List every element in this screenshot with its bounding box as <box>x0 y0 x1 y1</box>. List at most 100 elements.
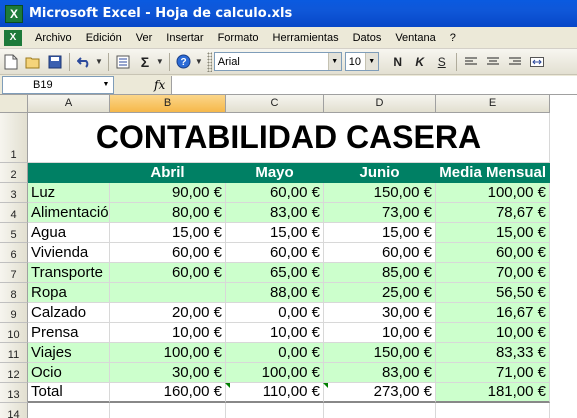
menu-insertar[interactable]: Insertar <box>159 27 210 49</box>
insert-function-icon[interactable] <box>113 52 133 72</box>
empty-cell[interactable] <box>226 403 324 418</box>
header-cell[interactable] <box>28 163 110 183</box>
value-cell[interactable]: 83,00 € <box>324 363 436 383</box>
value-cell[interactable]: 10,00 € <box>110 323 226 343</box>
menu-formato[interactable]: Formato <box>211 27 266 49</box>
value-cell[interactable]: 78,67 € <box>436 203 550 223</box>
row-header[interactable]: 9 <box>0 303 28 323</box>
value-cell[interactable]: 181,00 € <box>436 383 550 403</box>
row-header[interactable]: 3 <box>0 183 28 203</box>
bold-button[interactable]: N <box>387 52 409 72</box>
value-cell[interactable]: 10,00 € <box>226 323 324 343</box>
value-cell[interactable] <box>110 283 226 303</box>
row-label-cell[interactable]: Alimentación <box>28 203 110 223</box>
value-cell[interactable]: 73,00 € <box>324 203 436 223</box>
undo-dropdown-icon[interactable]: ▼ <box>95 57 103 66</box>
undo-icon[interactable] <box>74 52 94 72</box>
value-cell[interactable]: 90,00 € <box>110 183 226 203</box>
value-cell[interactable]: 25,00 € <box>324 283 436 303</box>
value-cell[interactable]: 15,00 € <box>324 223 436 243</box>
value-cell[interactable]: 160,00 € <box>110 383 226 403</box>
value-cell[interactable]: 88,00 € <box>226 283 324 303</box>
row-header[interactable]: 14 <box>0 403 28 418</box>
value-cell[interactable]: 15,00 € <box>110 223 226 243</box>
header-cell[interactable]: Mayo <box>226 163 324 183</box>
value-cell[interactable]: 60,00 € <box>436 243 550 263</box>
value-cell[interactable]: 110,00 € <box>226 383 324 403</box>
autosum-icon[interactable]: Σ <box>135 52 155 72</box>
underline-button[interactable]: S <box>431 52 453 72</box>
row-label-cell[interactable]: Ocio <box>28 363 110 383</box>
row-header[interactable]: 4 <box>0 203 28 223</box>
column-header-d[interactable]: D <box>324 95 436 113</box>
value-cell[interactable]: 20,00 € <box>110 303 226 323</box>
header-cell[interactable]: Junio <box>324 163 436 183</box>
align-right-icon[interactable] <box>504 52 526 72</box>
toolbar-grip-handle[interactable] <box>206 51 212 72</box>
value-cell[interactable]: 60,00 € <box>110 263 226 283</box>
value-cell[interactable]: 60,00 € <box>110 243 226 263</box>
excel-app-icon[interactable]: X <box>5 4 23 23</box>
value-cell[interactable]: 150,00 € <box>324 343 436 363</box>
row-header[interactable]: 8 <box>0 283 28 303</box>
row-label-cell[interactable]: Total <box>28 383 110 403</box>
value-cell[interactable]: 56,50 € <box>436 283 550 303</box>
row-label-cell[interactable]: Transporte <box>28 263 110 283</box>
header-cell[interactable]: Media Mensual <box>436 163 550 183</box>
new-document-icon[interactable] <box>1 52 21 72</box>
empty-cell[interactable] <box>28 403 110 418</box>
menu-archivo[interactable]: Archivo <box>28 27 79 49</box>
select-all-corner[interactable] <box>0 95 28 113</box>
chevron-down-icon[interactable]: ▼ <box>364 53 378 70</box>
help-icon[interactable]: ? <box>174 52 194 72</box>
empty-cell[interactable] <box>110 403 226 418</box>
row-label-cell[interactable]: Luz <box>28 183 110 203</box>
column-header-e[interactable]: E <box>436 95 550 113</box>
value-cell[interactable]: 85,00 € <box>324 263 436 283</box>
column-header-a[interactable]: A <box>28 95 110 113</box>
value-cell[interactable]: 65,00 € <box>226 263 324 283</box>
value-cell[interactable]: 100,00 € <box>110 343 226 363</box>
value-cell[interactable]: 0,00 € <box>226 303 324 323</box>
row-label-cell[interactable]: Ropa <box>28 283 110 303</box>
row-label-cell[interactable]: Prensa <box>28 323 110 343</box>
italic-button[interactable]: K <box>409 52 431 72</box>
workbook-icon[interactable]: X <box>4 29 22 46</box>
row-header[interactable]: 1 <box>0 113 28 163</box>
row-header[interactable]: 2 <box>0 163 28 183</box>
value-cell[interactable]: 100,00 € <box>436 183 550 203</box>
row-header[interactable]: 12 <box>0 363 28 383</box>
align-left-icon[interactable] <box>460 52 482 72</box>
header-cell[interactable]: Abril <box>110 163 226 183</box>
value-cell[interactable]: 70,00 € <box>436 263 550 283</box>
value-cell[interactable]: 10,00 € <box>324 323 436 343</box>
value-cell[interactable]: 80,00 € <box>110 203 226 223</box>
menu-ventana[interactable]: Ventana <box>388 27 442 49</box>
value-cell[interactable]: 30,00 € <box>324 303 436 323</box>
menu-datos[interactable]: Datos <box>346 27 389 49</box>
value-cell[interactable]: 60,00 € <box>226 183 324 203</box>
value-cell[interactable]: 30,00 € <box>110 363 226 383</box>
empty-cell[interactable] <box>324 403 436 418</box>
menu-help[interactable]: ? <box>443 27 463 49</box>
row-header[interactable]: 6 <box>0 243 28 263</box>
formula-input[interactable] <box>171 75 577 94</box>
menu-ver[interactable]: Ver <box>129 27 160 49</box>
chevron-down-icon[interactable]: ▼ <box>99 77 113 93</box>
font-name-select[interactable]: Arial ▼ <box>213 52 342 71</box>
value-cell[interactable]: 16,67 € <box>436 303 550 323</box>
row-label-cell[interactable]: Calzado <box>28 303 110 323</box>
value-cell[interactable]: 15,00 € <box>436 223 550 243</box>
chevron-down-icon[interactable]: ▼ <box>327 53 341 70</box>
row-label-cell[interactable]: Vivienda <box>28 243 110 263</box>
options-dropdown-icon[interactable]: ▼ <box>195 57 203 66</box>
value-cell[interactable]: 150,00 € <box>324 183 436 203</box>
merge-center-icon[interactable] <box>526 52 548 72</box>
column-header-c[interactable]: C <box>226 95 324 113</box>
column-header-b[interactable]: B <box>110 95 226 113</box>
value-cell[interactable]: 60,00 € <box>226 243 324 263</box>
value-cell[interactable]: 83,33 € <box>436 343 550 363</box>
value-cell[interactable]: 15,00 € <box>226 223 324 243</box>
value-cell[interactable]: 10,00 € <box>436 323 550 343</box>
row-label-cell[interactable]: Agua <box>28 223 110 243</box>
